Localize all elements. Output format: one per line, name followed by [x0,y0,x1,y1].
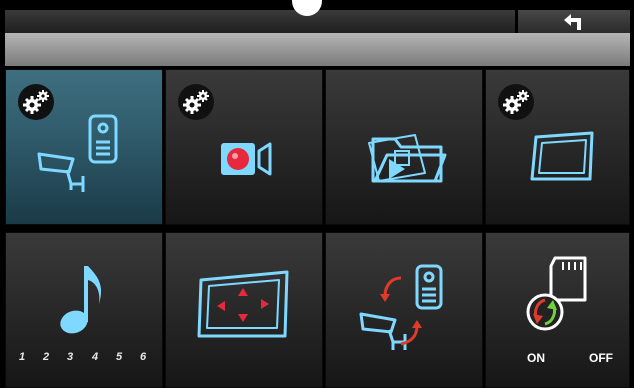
off-toggle[interactable]: OFF [589,351,613,365]
top-bar [0,0,634,33]
subtitle-bar [5,33,630,66]
ringtone-number-3[interactable]: 3 [67,351,73,363]
tile-camera-intercom-settings[interactable] [5,69,163,225]
gear-icon [498,84,534,120]
title-track [5,10,515,33]
tile-ringtone[interactable]: 1 2 3 4 5 6 [5,232,163,388]
screen-arrows-icon [197,270,289,338]
tile-media-folder[interactable] [325,69,483,225]
on-toggle[interactable]: ON [527,351,545,365]
tile-camera-switch[interactable] [325,232,483,388]
music-note-icon [60,266,102,334]
tile-screen-adjust[interactable] [165,232,323,388]
camera-intercom-icon [37,114,118,192]
media-folder-icon [368,134,447,183]
sd-card-icon [526,256,587,331]
tile-record-settings[interactable] [165,69,323,225]
back-arrow-icon [564,13,581,30]
ringtone-number-6[interactable]: 6 [140,351,146,363]
menu-grid: 1 2 3 4 5 6 ON OFF [0,69,634,388]
tile-display-settings[interactable] [485,69,630,225]
ringtone-number-2[interactable]: 2 [43,351,49,363]
ringtone-number-1[interactable]: 1 [19,351,25,363]
ringtone-number-4[interactable]: 4 [92,351,98,363]
screen-icon [530,131,594,181]
ringtone-number-5[interactable]: 5 [116,351,122,363]
camera-switch-icon [359,264,443,350]
back-button[interactable] [518,10,630,33]
tile-sd-card-auto-record[interactable]: ON OFF [485,232,630,388]
video-record-icon [221,142,272,176]
gear-icon [178,84,214,120]
